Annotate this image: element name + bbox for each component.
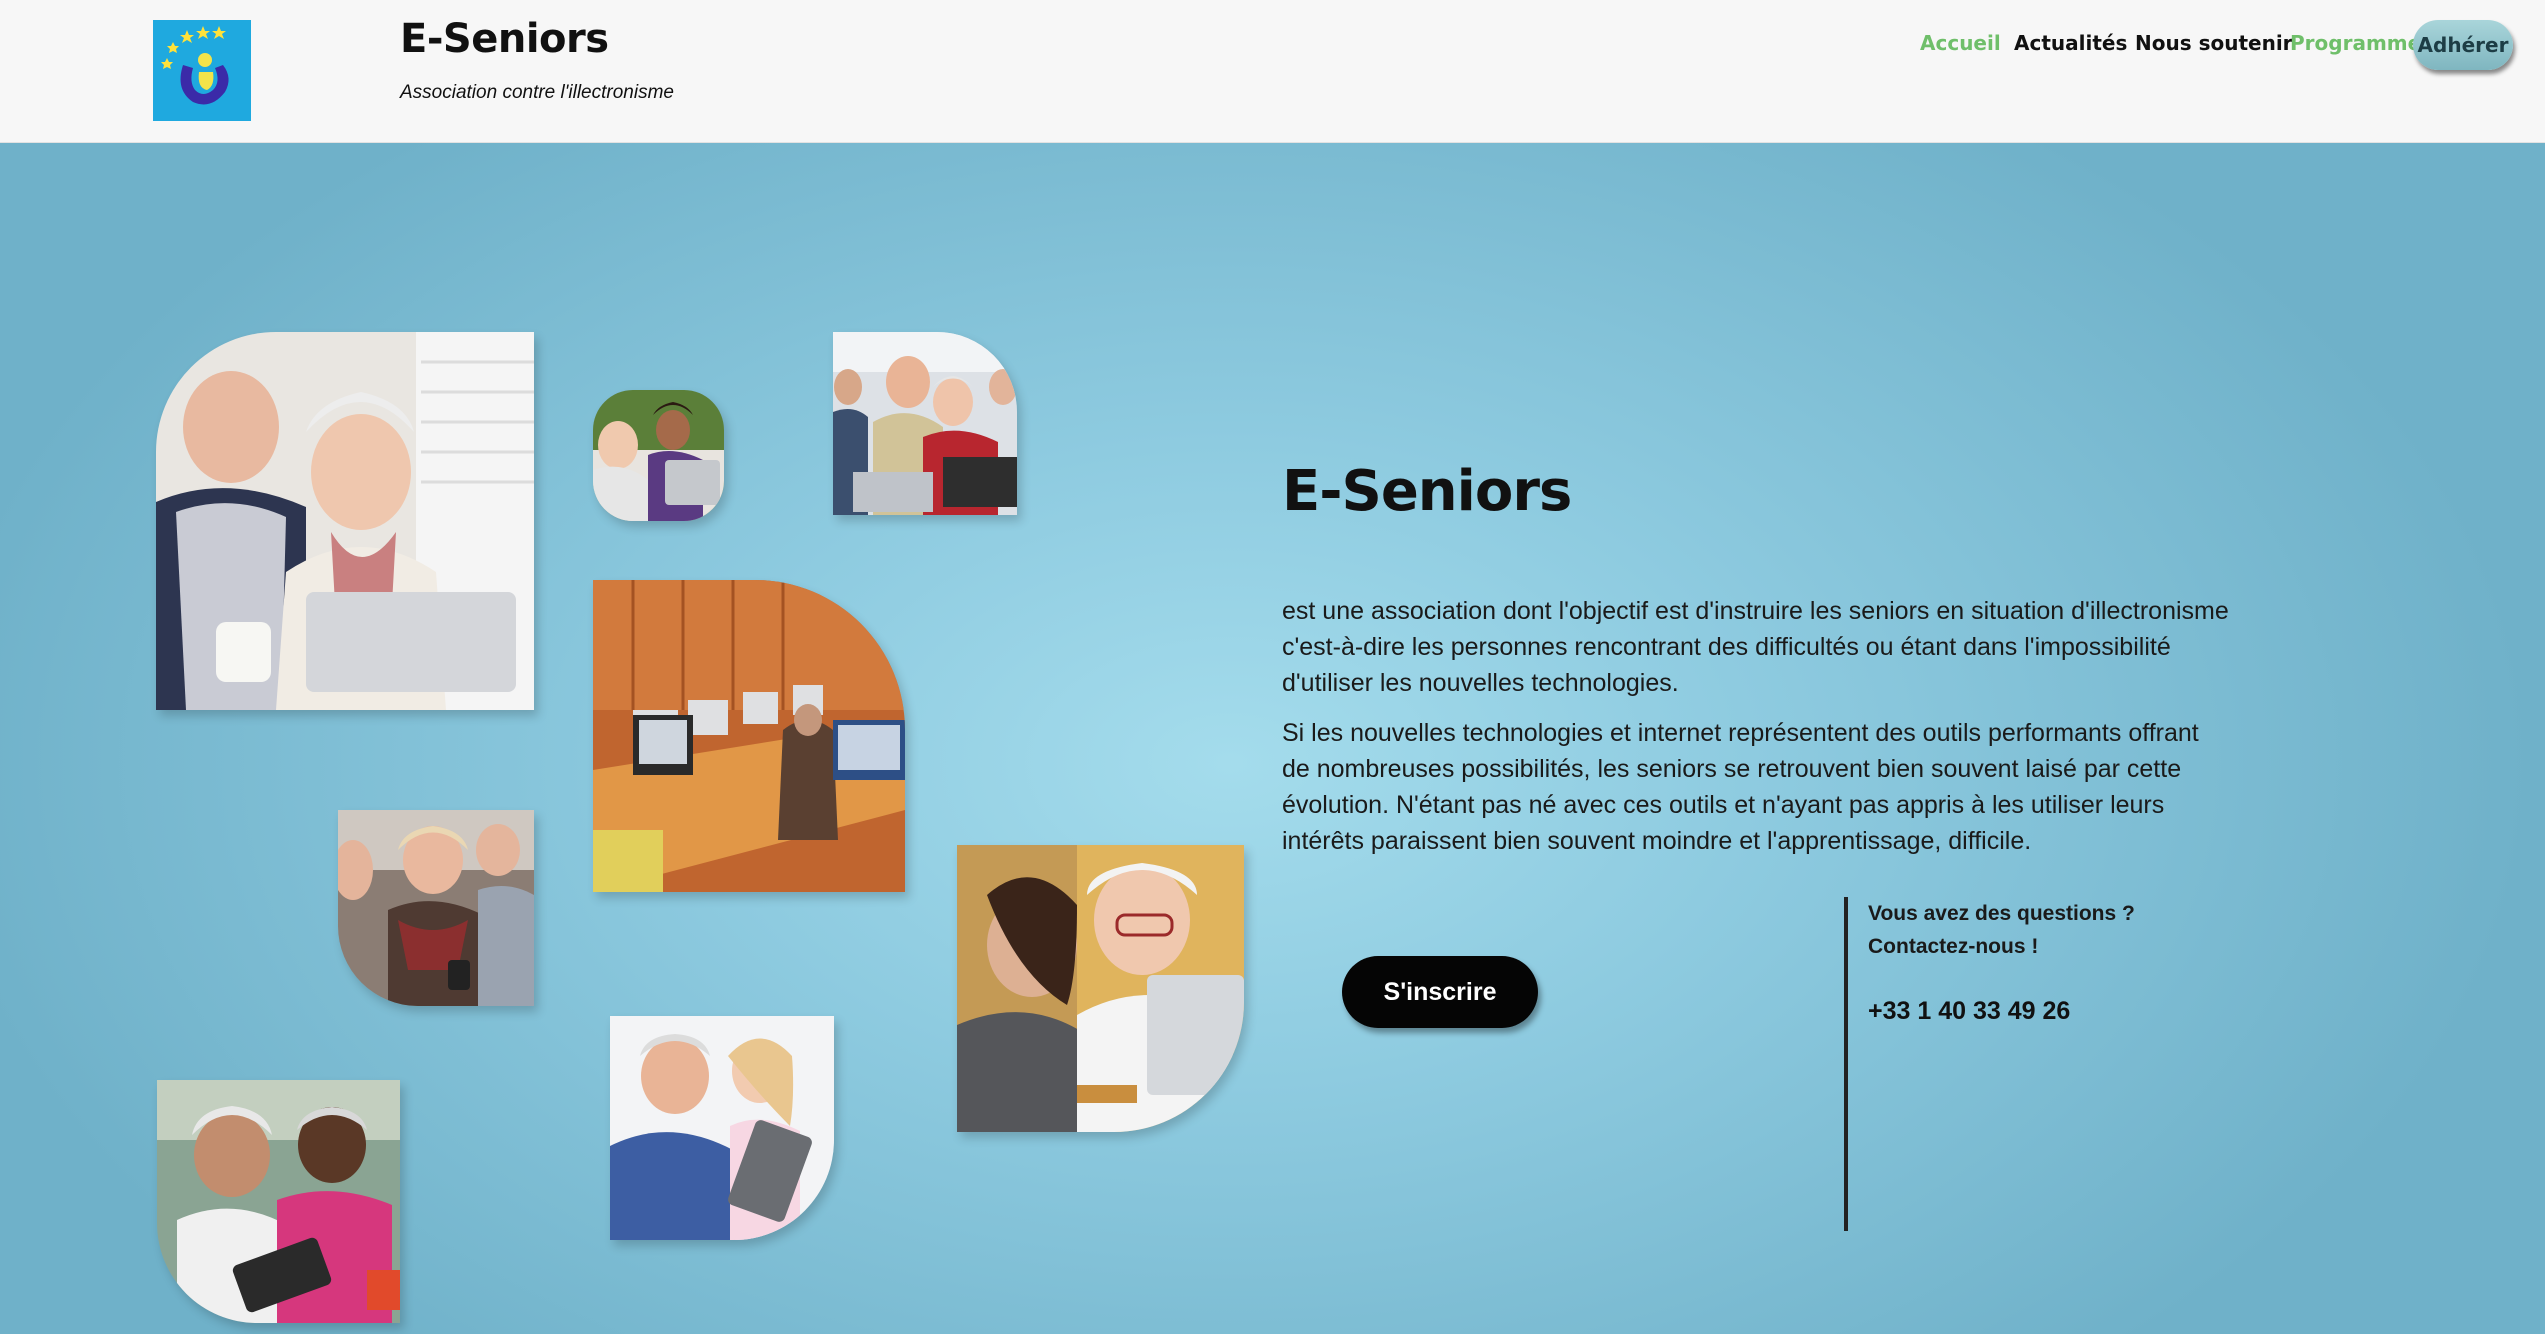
nav-item-accueil[interactable]: Accueil bbox=[1920, 31, 2001, 55]
hero-title: E-Seniors bbox=[1282, 459, 1572, 524]
photo-seniors-phones bbox=[338, 810, 534, 1006]
nav-item-programme[interactable]: Programme bbox=[2290, 31, 2421, 55]
photo-helping-senior bbox=[957, 845, 1244, 1132]
contact-phone-link[interactable]: +33 1 40 33 49 26 bbox=[1868, 997, 2135, 1026]
photo-grandpa-tablet bbox=[610, 1016, 834, 1240]
sinscrire-button[interactable]: S'inscrire bbox=[1342, 956, 1538, 1028]
adherer-button[interactable]: Adhérer bbox=[2413, 20, 2513, 70]
photo-couple-laptop bbox=[156, 332, 534, 710]
contact-question: Vous avez des questions ? bbox=[1868, 902, 2135, 925]
contact-box: Vous avez des questions ? Contactez-nous… bbox=[1844, 897, 2135, 1231]
main-nav: Accueil Actualités Nous soutenir Program… bbox=[0, 0, 2545, 90]
photo-couple-tablet bbox=[157, 1080, 400, 1323]
hero-paragraph-2: Si les nouvelles technologies et interne… bbox=[1282, 719, 2199, 855]
hero-paragraph-1: est une association dont l'objectif est … bbox=[1282, 597, 2229, 697]
photo-girl-grandpa bbox=[593, 390, 724, 521]
site-header: E-Seniors Association contre l'illectron… bbox=[0, 0, 2545, 143]
hero-section: E-Seniors est une association dont l'obj… bbox=[0, 143, 2545, 1334]
photo-group-laughing bbox=[833, 332, 1017, 515]
photo-computer-class bbox=[593, 580, 905, 892]
nav-item-nous-soutenir[interactable]: Nous soutenir bbox=[2135, 31, 2293, 55]
contact-invite: Contactez-nous ! bbox=[1868, 935, 2039, 958]
nav-item-actualites[interactable]: Actualités bbox=[2014, 31, 2127, 55]
